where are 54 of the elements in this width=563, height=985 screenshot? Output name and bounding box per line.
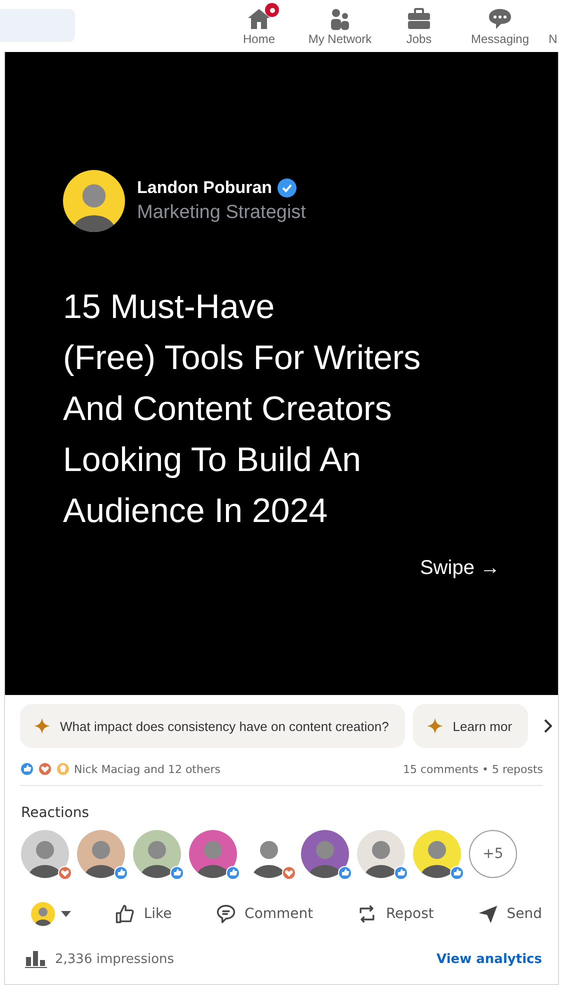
reactor-avatar xyxy=(77,830,125,878)
thumbs-up-icon xyxy=(450,866,464,880)
thumbs-up-icon xyxy=(170,866,184,880)
user-avatar xyxy=(31,902,55,926)
reactor-avatar xyxy=(133,830,181,878)
reactor-avatar xyxy=(189,830,237,878)
lightbulb-icon xyxy=(56,762,70,776)
thumbs-up-icon xyxy=(114,903,136,925)
briefcase-icon xyxy=(407,8,431,30)
paper-plane-icon xyxy=(476,903,499,925)
slide-title-line: Looking To Build An xyxy=(63,440,362,481)
action-button[interactable]: Comment xyxy=(214,903,314,925)
slide-title-line: (Free) Tools For Writers xyxy=(63,338,421,379)
reaction-selector[interactable] xyxy=(31,902,71,926)
thumbs-up-icon xyxy=(114,866,128,880)
chevron-right-icon xyxy=(544,719,552,733)
thumbs-up-icon xyxy=(226,866,240,880)
nav-item[interactable]: My Network xyxy=(299,0,381,52)
swipe-hint: Swipe → xyxy=(420,557,500,580)
action-button[interactable]: Send xyxy=(476,903,542,925)
author-name: Landon Poburan xyxy=(137,178,272,198)
nav-item[interactable]: Messaging xyxy=(457,0,543,52)
thumbs-up-icon xyxy=(338,866,352,880)
home-icon xyxy=(247,8,271,30)
action-button[interactable]: Repost xyxy=(356,903,434,925)
reactor-avatar xyxy=(413,830,461,878)
bar-chart-icon xyxy=(25,950,47,968)
speech-bubble-icon xyxy=(214,903,237,925)
suggestion-chip[interactable]: What impact does consistency have on content creation? xyxy=(20,704,405,748)
impressions-count: 2,336 impressions xyxy=(55,952,174,966)
action-button[interactable]: Like xyxy=(114,903,172,925)
engagement-counts[interactable]: 15 comments • 5 reposts xyxy=(403,762,543,776)
suggestion-chip[interactable]: Learn mor xyxy=(412,704,528,748)
more-reactors-count[interactable]: +5 xyxy=(469,830,517,878)
analytics-link[interactable]: View analytics xyxy=(436,952,542,966)
nav-item[interactable]: Home xyxy=(219,0,299,52)
nav-item[interactable]: Jobs xyxy=(381,0,457,52)
slide-title-line: Audience In 2024 xyxy=(63,491,328,532)
slide-title-line: And Content Creators xyxy=(63,389,392,430)
caret-icon xyxy=(61,911,71,917)
reactor-avatar xyxy=(21,830,69,878)
chat-bubble-icon xyxy=(488,8,512,30)
nav-item[interactable]: N xyxy=(543,0,563,52)
author-headline: Marketing Strategist xyxy=(137,202,306,224)
thumbs-up-icon xyxy=(20,762,34,776)
thumbs-up-icon xyxy=(394,866,408,880)
people-icon xyxy=(328,7,352,31)
reactor-avatar xyxy=(357,830,405,878)
reactors-text[interactable]: Nick Maciag and 12 others xyxy=(74,762,220,776)
slide-title-line: 15 Must-Have xyxy=(63,287,275,328)
sparkle-icon xyxy=(426,718,443,734)
reactions-heading: Reactions xyxy=(21,805,90,821)
sparkle-icon xyxy=(34,718,50,734)
reactor-avatar xyxy=(301,830,349,878)
